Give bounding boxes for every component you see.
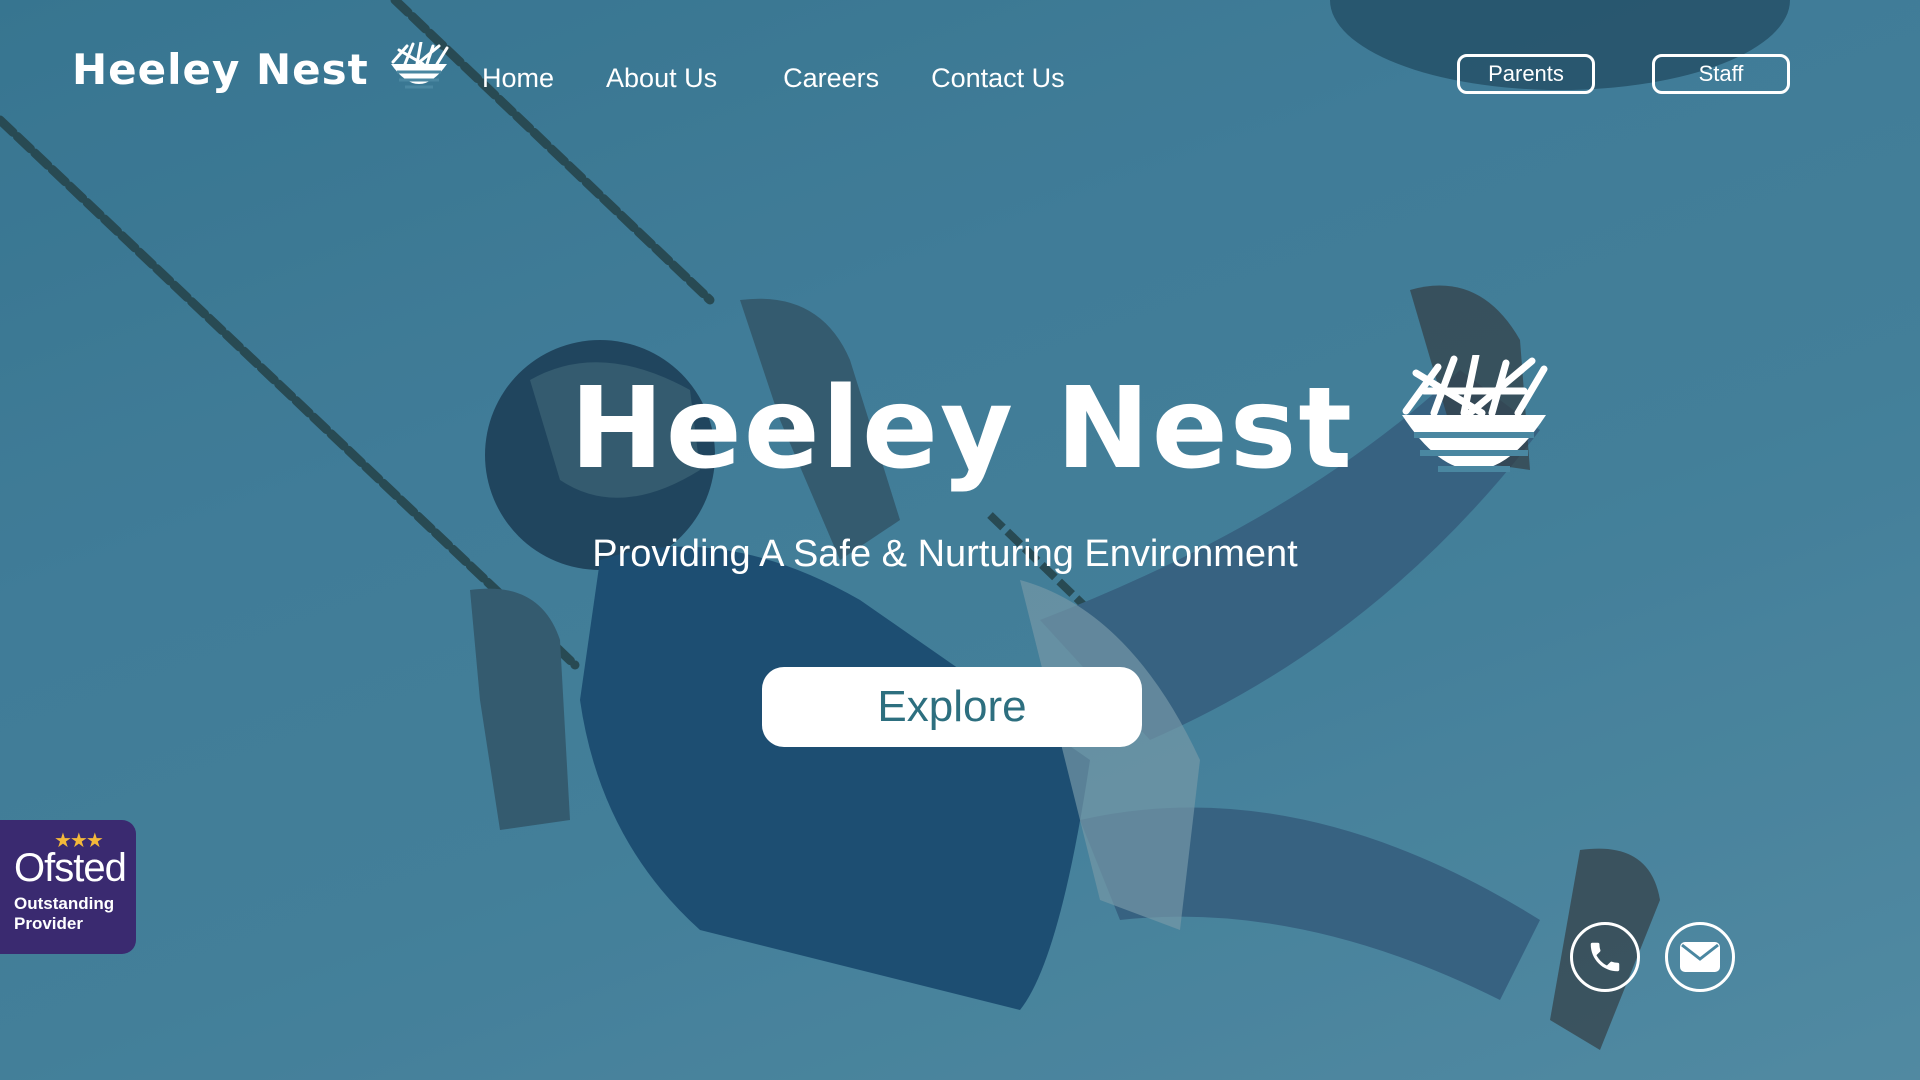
nest-logo-icon <box>1401 355 1548 472</box>
phone-icon <box>1590 942 1620 972</box>
hero-title-row: Heeley Nest <box>570 355 1554 485</box>
parents-button[interactable]: Parents <box>1457 54 1595 94</box>
nav-careers[interactable]: Careers <box>783 63 879 94</box>
email-button[interactable] <box>1665 922 1735 992</box>
mail-icon <box>1680 942 1720 972</box>
brand-name: Heeley Nest <box>72 44 369 94</box>
header-logo[interactable]: Heeley Nest <box>72 42 451 96</box>
stars-icon: ★★★ <box>54 828 104 852</box>
nav-contact-us[interactable]: Contact Us <box>931 63 1065 94</box>
nest-icon <box>390 42 449 89</box>
hero-title: Heeley Nest <box>570 364 1354 494</box>
ofsted-badge[interactable]: ★★★ Ofsted Outstanding Provider <box>0 820 136 954</box>
ofsted-name: Ofsted <box>14 846 127 890</box>
ofsted-rating: Outstanding Provider <box>14 894 136 933</box>
nav-about-us[interactable]: About Us <box>606 63 717 94</box>
main-nav: Home About Us Careers Contact Us <box>482 63 1065 94</box>
explore-button[interactable]: Explore <box>762 667 1142 747</box>
staff-button[interactable]: Staff <box>1652 54 1790 94</box>
rating-line-2: Provider <box>14 913 83 933</box>
hero-section: Heeley Nest Home About Us Careers Contac… <box>0 0 1920 1080</box>
phone-button[interactable] <box>1570 922 1640 992</box>
hero-subtitle: Providing A Safe & Nurturing Environment <box>592 533 1298 575</box>
rating-line-1: Outstanding <box>14 894 115 913</box>
nav-home[interactable]: Home <box>482 63 554 94</box>
